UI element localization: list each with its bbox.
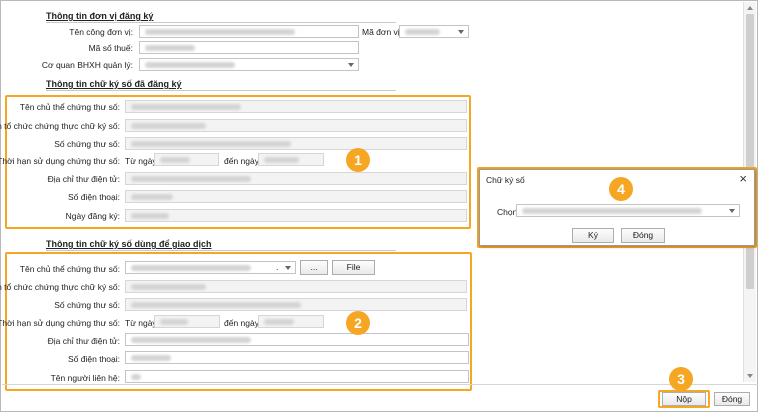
step-badge-1: 1 bbox=[346, 148, 370, 172]
registration-form-window: Thông tin đơn vị đăng ký Tên công đơn vị… bbox=[0, 0, 758, 412]
footer-divider bbox=[2, 384, 758, 385]
close-button[interactable]: Đóng bbox=[714, 392, 750, 406]
reg-issuer-label: Tên tổ chức chứng thực chữ ký số: bbox=[0, 121, 120, 131]
tx-issuer-label: Tên tổ chức chứng thực chữ ký số: bbox=[0, 282, 120, 292]
close-icon[interactable]: × bbox=[739, 171, 747, 186]
tx-owner-select[interactable]: . bbox=[125, 261, 296, 274]
step-badge-3: 3 bbox=[669, 367, 693, 391]
dialog-title: Chữ ký số bbox=[486, 175, 525, 185]
choose-label: Chọn bbox=[497, 207, 518, 217]
step-badge-2: 2 bbox=[346, 311, 370, 335]
section-title-transaction-cert: Thông tin chữ ký số dùng để giao dịch bbox=[46, 239, 212, 249]
reg-email-field bbox=[125, 172, 467, 185]
reg-to-field bbox=[258, 153, 324, 166]
reg-serial-label: Số chứng thư số: bbox=[54, 139, 120, 149]
unit-name-field[interactable] bbox=[139, 25, 359, 38]
tx-owner-label: Tên chủ thể chứng thư số: bbox=[19, 264, 120, 274]
submit-button[interactable]: Nộp bbox=[662, 392, 706, 406]
reg-date-label: Ngày đăng ký: bbox=[65, 211, 120, 221]
certificate-select[interactable] bbox=[516, 204, 740, 217]
unit-code-label: Mã đơn vị: bbox=[362, 27, 403, 37]
scroll-down-icon[interactable] bbox=[747, 374, 753, 378]
reg-from-field bbox=[154, 153, 219, 166]
tx-issuer-field bbox=[125, 280, 467, 293]
tx-contact-label: Tên người liên hệ: bbox=[50, 373, 120, 383]
tx-serial-label: Số chứng thư số: bbox=[54, 300, 120, 310]
tx-email-field[interactable] bbox=[125, 333, 469, 346]
tx-serial-field bbox=[125, 298, 467, 311]
reg-owner-label: Tên chủ thể chứng thư số: bbox=[19, 102, 120, 112]
tx-validity-label: Thời hạn sử dụng chứng thư số: bbox=[0, 318, 120, 328]
tx-from-field bbox=[154, 315, 220, 328]
section-divider bbox=[46, 250, 396, 251]
tax-code-field[interactable] bbox=[139, 41, 359, 54]
tx-contact-field[interactable] bbox=[125, 370, 469, 383]
tax-code-label: Mã số thuế: bbox=[88, 43, 133, 53]
section-divider bbox=[46, 22, 396, 23]
reg-email-label: Địa chỉ thư điện tử: bbox=[47, 174, 120, 184]
reg-owner-field bbox=[125, 100, 467, 113]
tx-to-label: đến ngày bbox=[224, 318, 259, 328]
reg-from-label: Từ ngày bbox=[125, 156, 157, 166]
reg-phone-field bbox=[125, 190, 467, 203]
scroll-up-icon[interactable] bbox=[747, 6, 753, 10]
tx-to-field bbox=[258, 315, 324, 328]
dialog-close-button[interactable]: Đóng bbox=[621, 228, 665, 243]
agency-label: Cơ quan BHXH quản lý: bbox=[41, 60, 133, 70]
section-title-registered-cert: Thông tin chữ ký số đã đăng ký bbox=[46, 79, 182, 89]
tx-phone-field[interactable] bbox=[125, 351, 469, 364]
reg-date-field bbox=[125, 209, 467, 222]
unit-code-select[interactable] bbox=[399, 25, 469, 38]
tx-email-label: Địa chỉ thư điện tử: bbox=[47, 336, 120, 346]
reg-to-label: đến ngày bbox=[224, 156, 259, 166]
browse-button[interactable]: ... bbox=[300, 260, 328, 275]
section-divider bbox=[46, 90, 396, 91]
tx-from-label: Từ ngày bbox=[125, 318, 157, 328]
reg-phone-label: Số điện thoại: bbox=[68, 192, 120, 202]
reg-issuer-field bbox=[125, 119, 467, 132]
reg-serial-field bbox=[125, 137, 467, 150]
file-button[interactable]: File bbox=[332, 260, 375, 275]
unit-name-label: Tên công đơn vị: bbox=[69, 27, 133, 37]
section-title-unit: Thông tin đơn vị đăng ký bbox=[46, 11, 154, 21]
step-badge-4: 4 bbox=[609, 177, 633, 201]
tx-phone-label: Số điện thoại: bbox=[68, 354, 120, 364]
tx-owner-suffix: . bbox=[276, 262, 279, 272]
agency-select[interactable] bbox=[139, 58, 359, 71]
sign-button[interactable]: Ký bbox=[572, 228, 614, 243]
reg-validity-label: Thời hạn sử dụng chứng thư số: bbox=[0, 156, 120, 166]
